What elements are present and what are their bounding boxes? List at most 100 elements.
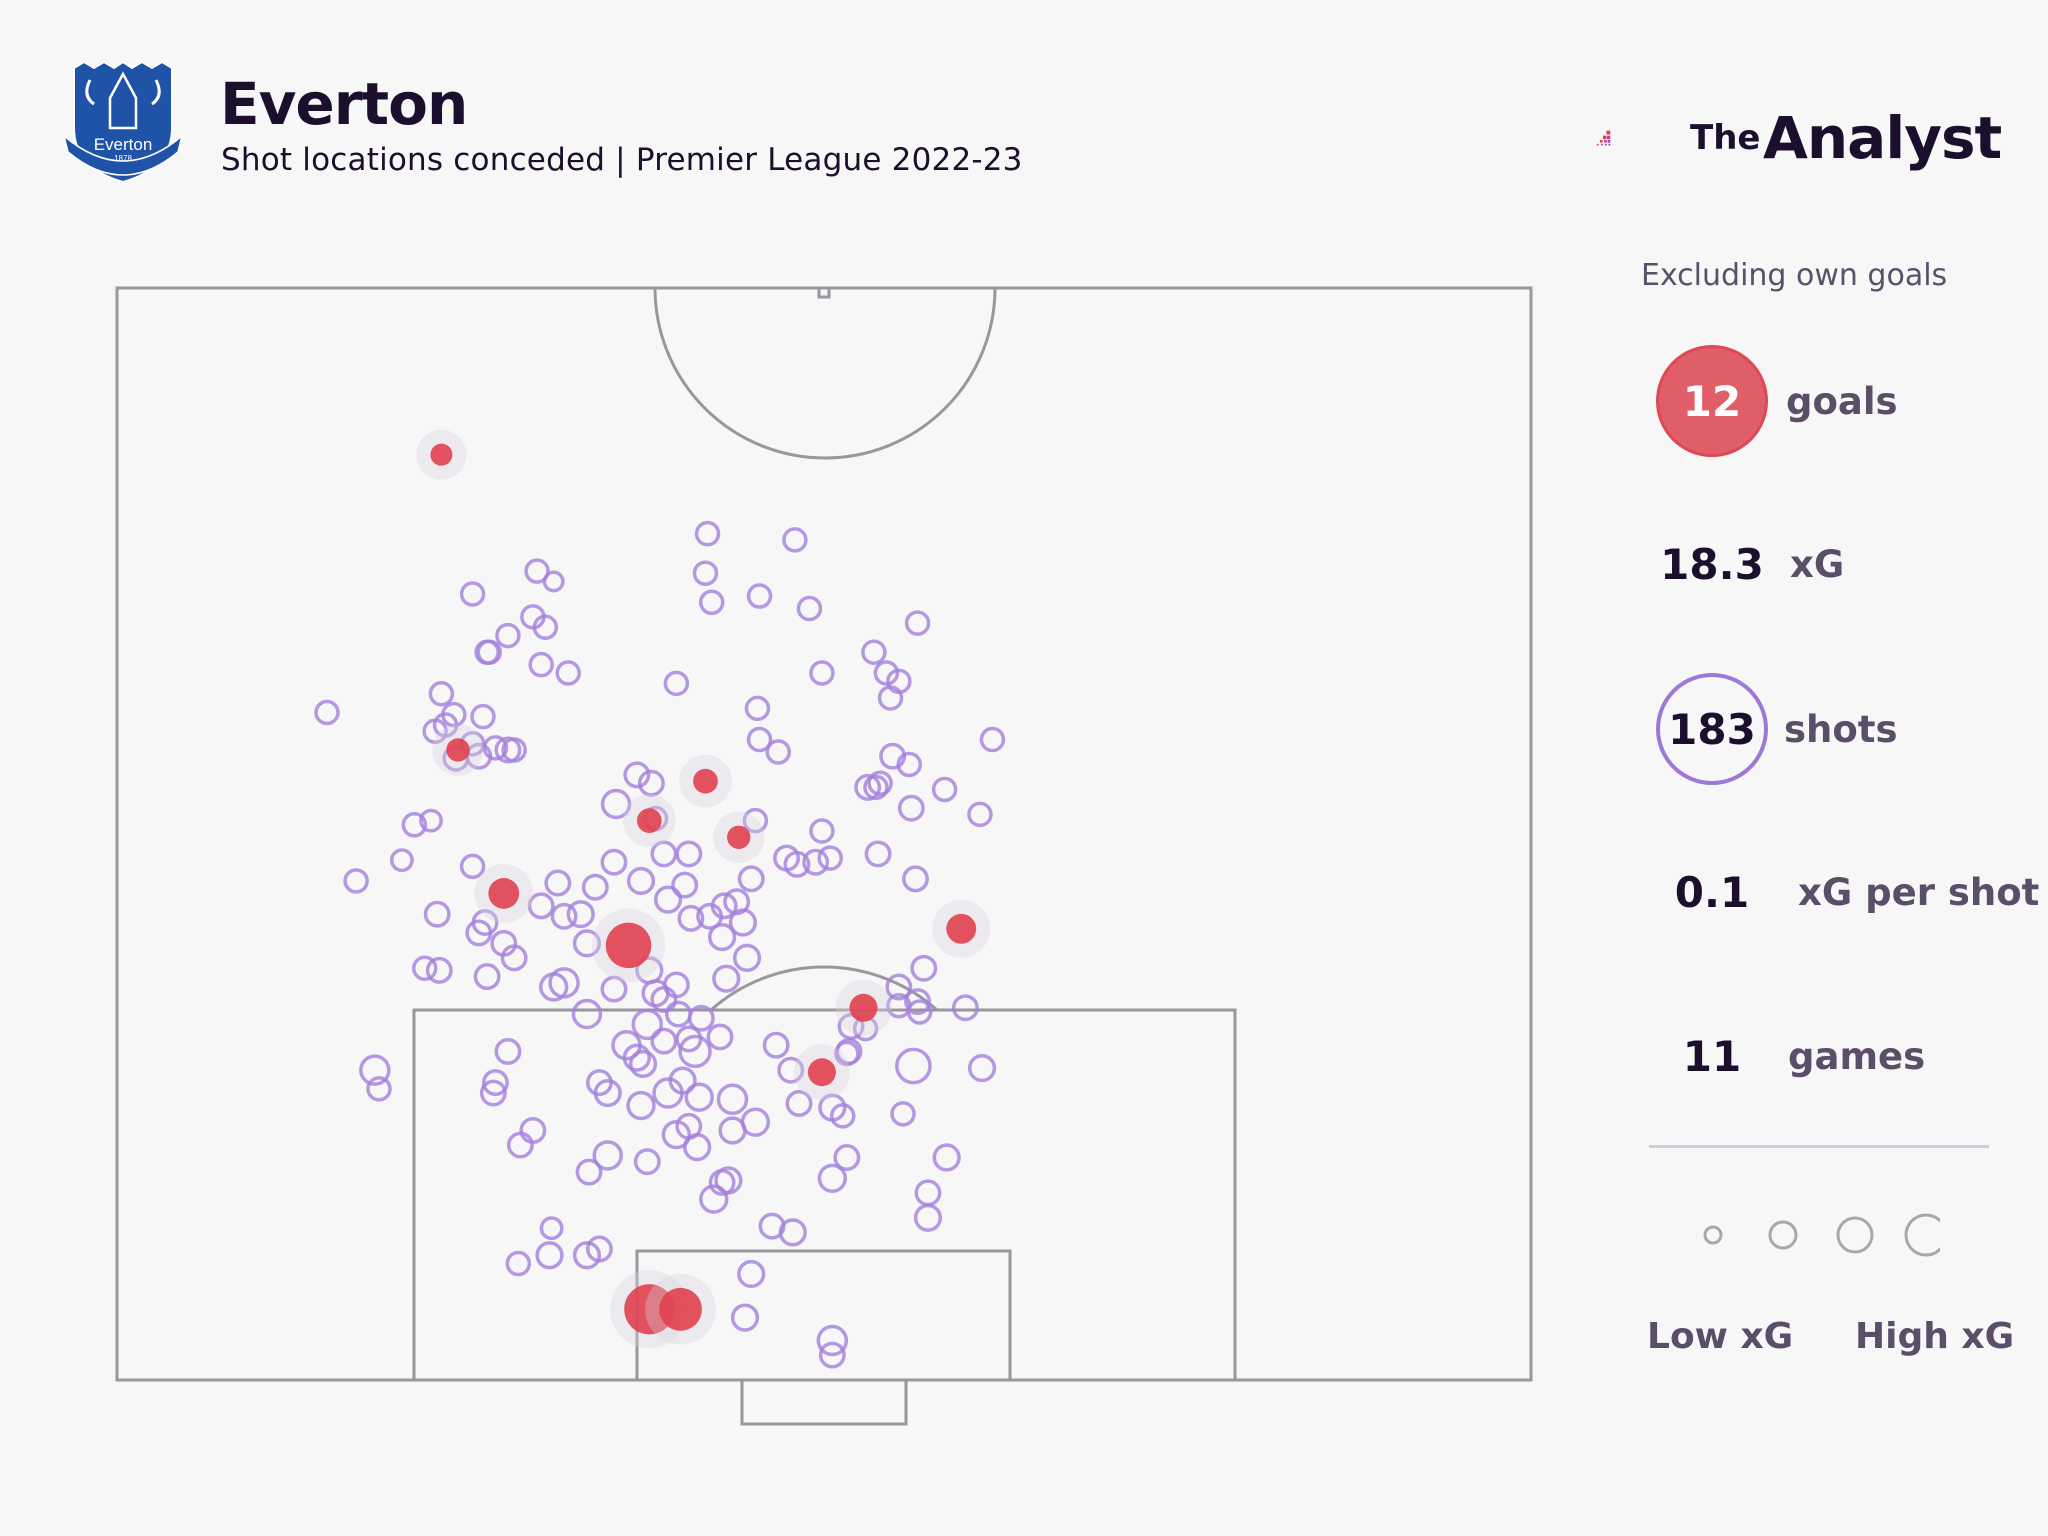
- shot-point: [737, 865, 765, 893]
- the-analyst-logo-icon: [1596, 130, 1611, 146]
- shot-point: [967, 801, 993, 828]
- goal-point: [659, 1287, 702, 1331]
- shot-point: [527, 892, 555, 920]
- brand-name: Analyst: [1763, 104, 2002, 172]
- legend-size-2: [1768, 1220, 1798, 1250]
- centre-spot: [817, 286, 831, 299]
- shot-point: [951, 994, 979, 1022]
- shot-point: [575, 1158, 603, 1186]
- xg-label: xG: [1790, 543, 1845, 586]
- shot-point: [528, 651, 554, 678]
- shot-point: [505, 1250, 532, 1277]
- shots-badge: 183: [1656, 673, 1768, 785]
- legend-size-1: [1703, 1225, 1723, 1245]
- shot-point: [631, 1008, 663, 1041]
- shot-point: [650, 1027, 678, 1055]
- shot-point: [904, 610, 931, 636]
- shot-point: [890, 1101, 916, 1127]
- shot-point: [626, 866, 656, 896]
- shot-point: [600, 848, 628, 876]
- shot-point: [539, 1216, 564, 1241]
- goals-label: goals: [1786, 379, 1898, 423]
- stat-goals: 12 goals: [1656, 345, 1898, 457]
- games-label: games: [1788, 1035, 1926, 1078]
- legend-low-xg: Low xG: [1647, 1316, 1794, 1357]
- shot-point: [506, 1131, 534, 1159]
- shot-point: [664, 1000, 692, 1028]
- goal-point: [446, 738, 470, 762]
- goal-point: [488, 878, 520, 909]
- shot-point: [428, 681, 455, 707]
- shot-point: [571, 998, 603, 1030]
- shot-point: [633, 1148, 661, 1176]
- xg-size-legend: [1703, 1213, 1940, 1257]
- shot-point: [728, 908, 758, 937]
- shots-label: shots: [1784, 707, 1898, 751]
- shot-point: [663, 670, 690, 697]
- goal-point: [605, 922, 652, 969]
- shot-point: [683, 1133, 712, 1162]
- shot-point: [902, 865, 929, 893]
- goal-point: [946, 913, 977, 944]
- goal: [740, 1378, 908, 1426]
- shot-point: [817, 845, 843, 871]
- shot-point: [555, 660, 581, 686]
- shot-point: [782, 527, 808, 553]
- shot-point: [732, 943, 762, 972]
- shot-point: [581, 873, 609, 901]
- goal-point: [807, 1058, 836, 1087]
- shot-point: [566, 900, 595, 929]
- shot-point: [910, 954, 938, 982]
- shot-point: [459, 853, 486, 880]
- stat-games: 11 games: [1656, 1032, 1925, 1081]
- shot-point: [626, 1090, 656, 1121]
- shot-point: [817, 1163, 848, 1193]
- shot-point: [746, 583, 773, 609]
- penalty-arc: [710, 965, 938, 1012]
- shot-point: [653, 885, 683, 914]
- shot-point: [470, 703, 496, 730]
- shot-point: [979, 726, 1006, 753]
- shot-point: [730, 1303, 760, 1332]
- games-value: 11: [1682, 1032, 1742, 1081]
- shot-point: [932, 1143, 961, 1172]
- pitch-outline: [115, 286, 1533, 1382]
- xg-per-shot-label: xG per shot: [1798, 871, 2040, 914]
- shot-point: [716, 1083, 749, 1116]
- shot-point: [698, 589, 725, 616]
- goal-point: [849, 993, 878, 1022]
- shot-point: [425, 956, 453, 984]
- shot-point: [895, 1047, 932, 1085]
- shot-point: [519, 1117, 547, 1144]
- centre-circle: [653, 287, 997, 460]
- shot-point: [675, 840, 703, 868]
- legend-high-xg: High xG: [1855, 1316, 2015, 1357]
- goal-point: [693, 768, 718, 794]
- shot-point: [423, 900, 451, 928]
- shot-point: [535, 1241, 564, 1270]
- shot-point: [809, 818, 835, 844]
- goal-point: [727, 825, 751, 849]
- shot-point: [650, 986, 678, 1013]
- shot-point: [796, 595, 823, 622]
- shot-point: [740, 1107, 771, 1137]
- shot-point: [864, 840, 892, 868]
- shot-point: [495, 622, 521, 649]
- xg-value: 18.3: [1660, 540, 1764, 589]
- stat-shots: 183 shots: [1656, 673, 1898, 785]
- xg-per-shot-value: 0.1: [1674, 868, 1750, 917]
- shot-point: [343, 868, 369, 894]
- shot-point: [524, 558, 550, 584]
- shot-point: [694, 520, 721, 547]
- shot-point: [967, 1053, 997, 1083]
- note-excluding-own-goals: Excluding own goals: [1641, 258, 1948, 293]
- goals-layer: [416, 429, 991, 1349]
- goal-point: [430, 443, 453, 466]
- shot-point: [314, 699, 340, 726]
- shot-point: [494, 1037, 522, 1065]
- shot-point: [366, 1076, 392, 1102]
- shot-point: [544, 869, 572, 897]
- shot-point: [762, 1031, 790, 1059]
- legend-size-4: [1904, 1213, 1940, 1257]
- shot-point: [389, 848, 414, 873]
